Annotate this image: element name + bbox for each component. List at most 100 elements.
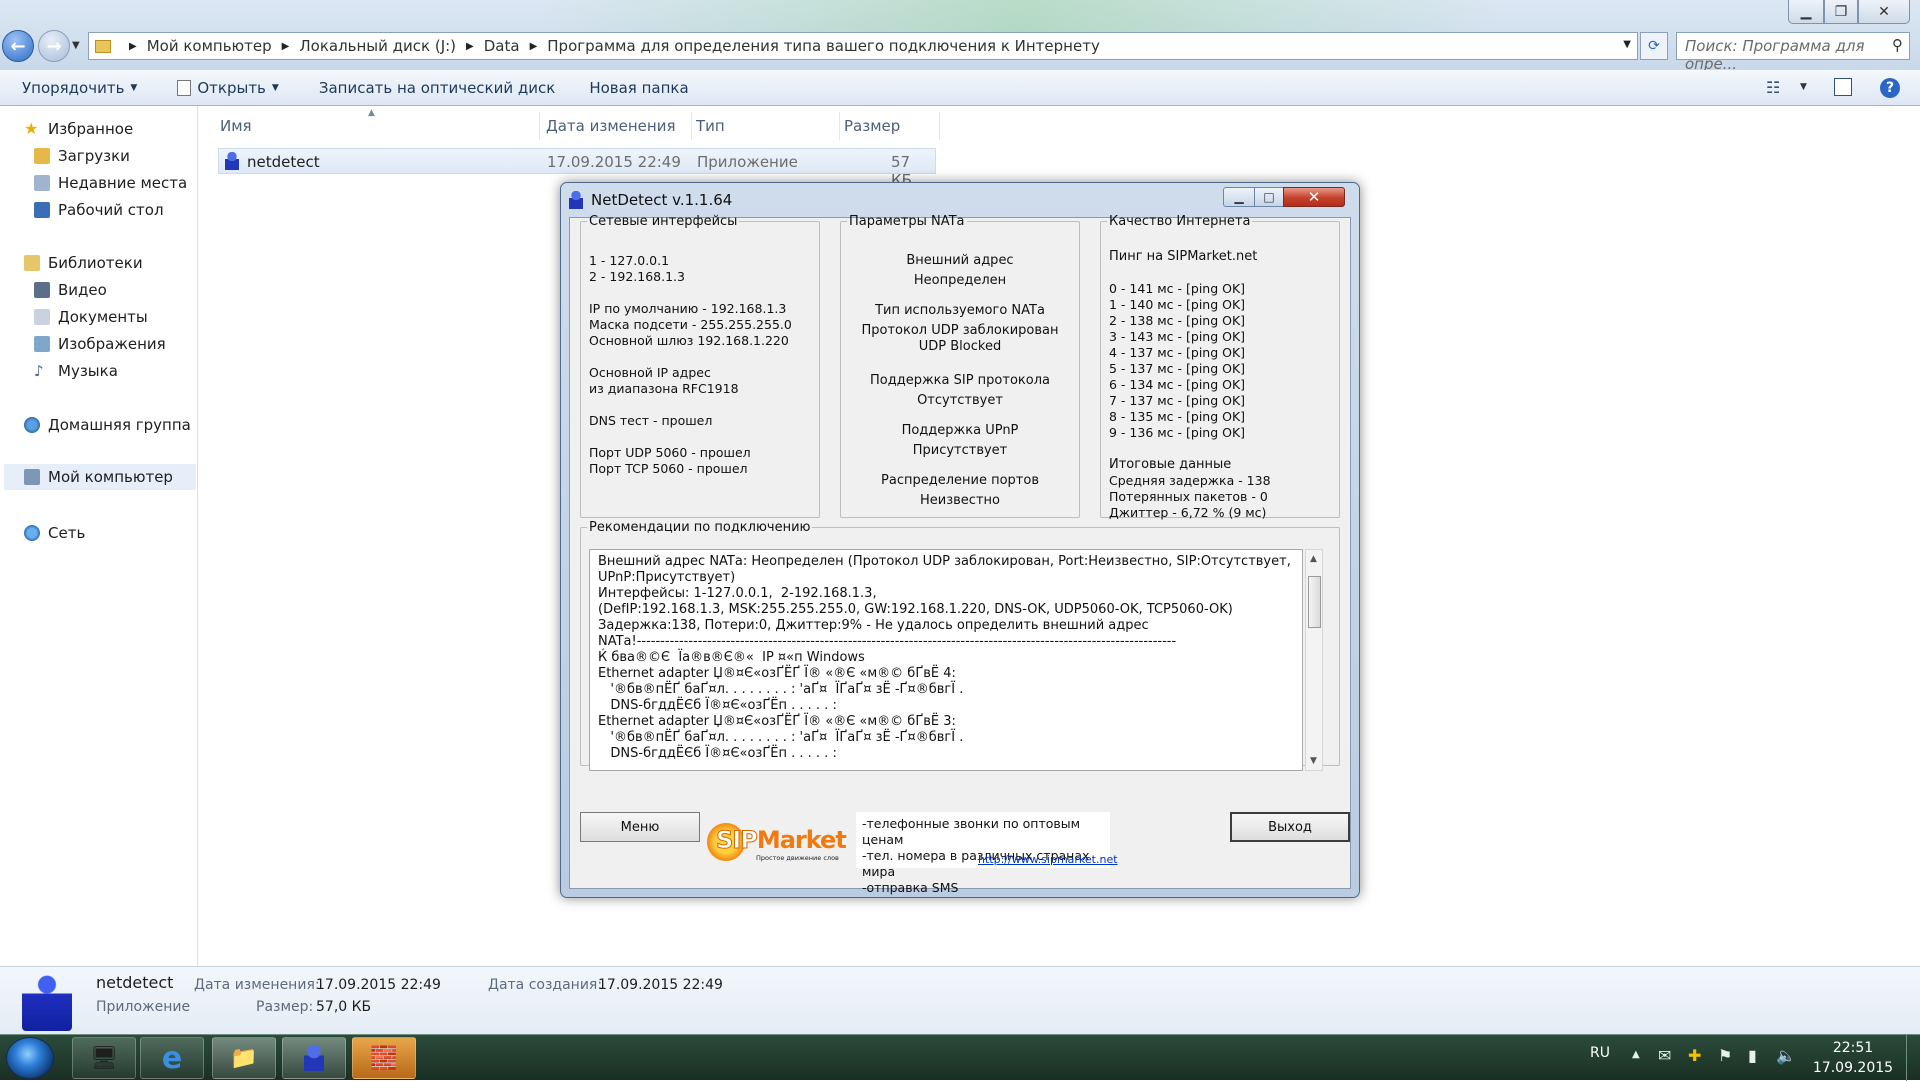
nav-desktop[interactable]: Рабочий стол xyxy=(34,201,164,219)
monitor-icon: 🖥 xyxy=(90,1045,118,1071)
netdetect-close-button[interactable]: ✕ xyxy=(1283,187,1345,207)
nav-music[interactable]: ♪ Музыка xyxy=(34,362,118,380)
nav-libraries[interactable]: Библиотеки xyxy=(24,254,143,272)
file-row[interactable]: netdetect 17.09.2015 22:49 Приложение 57… xyxy=(218,148,936,189)
netdetect-window: NetDetect v.1.1.64 ▁ □ ✕ Сетевые интерфе… xyxy=(560,182,1360,898)
close-button[interactable]: ✕ xyxy=(1858,0,1910,24)
exit-button[interactable]: Выход xyxy=(1230,812,1350,842)
taskbar-netdetect-app[interactable] xyxy=(282,1037,346,1079)
column-size-label: Размер xyxy=(844,117,901,135)
network-signal-icon[interactable]: ▮ xyxy=(1748,1046,1757,1065)
scrollbar-thumb[interactable] xyxy=(1308,576,1321,628)
scroll-down-arrow-icon[interactable]: ▼ xyxy=(1310,756,1317,766)
chevron-down-icon[interactable]: ▼ xyxy=(1800,82,1807,92)
interface-line: Маска подсети - 255.255.255.0 xyxy=(589,317,792,332)
nav-images[interactable]: Изображения xyxy=(34,335,166,353)
back-button[interactable]: ← xyxy=(2,30,34,62)
minimize-button[interactable]: ▁ xyxy=(1788,0,1824,24)
help-icon[interactable]: ? xyxy=(1880,78,1900,98)
recommendations-scrollbar[interactable]: ▲ ▼ xyxy=(1305,549,1323,771)
nav-network[interactable]: Сеть xyxy=(24,524,85,542)
open-button[interactable]: Открыть ▼ xyxy=(177,79,279,97)
new-folder-button[interactable]: Новая папка xyxy=(589,79,688,97)
nav-downloads[interactable]: Загрузки xyxy=(34,147,130,165)
recommendations-textarea[interactable]: Внешний адрес NATа: Неопределен (Протоко… xyxy=(589,549,1303,771)
nav-network-label: Сеть xyxy=(48,524,86,542)
mail-icon[interactable]: ✉ xyxy=(1658,1046,1671,1065)
ping-result: 9 - 136 мс - [ping OK] xyxy=(1109,425,1246,440)
nav-libraries-label: Библиотеки xyxy=(48,254,143,272)
music-icon: ♪ xyxy=(34,362,44,380)
ping-result: 2 - 138 мс - [ping OK] xyxy=(1109,313,1246,328)
network-icon xyxy=(24,525,40,541)
breadcrumb-folder[interactable]: Программа для определения типа вашего по… xyxy=(547,37,1100,55)
show-desktop-button[interactable] xyxy=(1906,1035,1920,1081)
column-header-size[interactable]: Размер xyxy=(840,112,940,140)
start-button[interactable] xyxy=(6,1037,54,1079)
menu-button[interactable]: Меню xyxy=(580,812,700,842)
nav-video[interactable]: Видео xyxy=(34,281,107,299)
details-created-value: 17.09.2015 22:49 xyxy=(598,977,723,993)
column-header-type[interactable]: Тип xyxy=(692,112,840,140)
logo-market-text: Market xyxy=(756,826,847,854)
taskbar-firewall-app[interactable]: 🧱 xyxy=(352,1037,416,1079)
chevron-right-icon[interactable]: ▶ xyxy=(282,41,290,52)
recent-pages-dropdown-icon[interactable]: ▼ xyxy=(72,40,80,51)
language-indicator[interactable]: RU xyxy=(1590,1045,1610,1061)
nav-recent[interactable]: Недавние места xyxy=(34,174,187,192)
address-dropdown-icon[interactable]: ▼ xyxy=(1623,39,1631,50)
maximize-button[interactable]: ❐ xyxy=(1824,0,1858,24)
folder-icon xyxy=(95,39,111,53)
action-center-flag-icon[interactable]: ⚑ xyxy=(1718,1046,1732,1065)
breadcrumb-drive[interactable]: Локальный диск (J:) xyxy=(299,37,456,55)
ping-result: 1 - 140 мс - [ping OK] xyxy=(1109,297,1246,312)
internet-quality-legend: Качество Интернета xyxy=(1109,214,1251,229)
column-header-name[interactable]: Имя ▲ xyxy=(216,108,540,140)
forward-button[interactable]: → xyxy=(38,30,70,62)
nav-homegroup[interactable]: Домашняя группа xyxy=(24,416,191,434)
nav-documents[interactable]: Документы xyxy=(34,308,148,326)
show-hidden-icons-icon[interactable]: ▲ xyxy=(1632,1049,1640,1060)
recommendation-line: DNS-бгддЁЄб Ї®¤Є«озҐ­Ёп . . . . . : xyxy=(598,746,837,761)
details-modified-value: 17.09.2015 22:49 xyxy=(316,977,441,993)
search-input[interactable]: Поиск: Программа для опре... ⚲ xyxy=(1676,32,1910,73)
taskbar-explorer-app[interactable]: 📁 xyxy=(212,1037,276,1079)
address-bar[interactable]: ▶ Мой компьютер ▶ Локальный диск (J:) ▶ … xyxy=(88,32,1638,60)
burn-disc-button[interactable]: Записать на оптический диск xyxy=(319,79,555,97)
nav-computer[interactable]: Мой компьютер xyxy=(4,464,196,490)
nat-value: Присутствует xyxy=(912,443,1008,458)
chevron-right-icon[interactable]: ▶ xyxy=(129,41,137,52)
search-icon[interactable]: ⚲ xyxy=(1892,36,1903,54)
taskbar-monitor-app[interactable]: 🖥 xyxy=(72,1037,136,1079)
computer-icon xyxy=(24,469,40,485)
breadcrumb-data[interactable]: Data xyxy=(484,37,520,55)
menu-button-label: Меню xyxy=(620,819,660,835)
recommendation-line: Внешний адрес NATа: Неопределен (Протоко… xyxy=(598,554,1291,569)
preview-pane-icon[interactable] xyxy=(1834,78,1852,96)
taskbar-ie-app[interactable]: e xyxy=(140,1037,204,1079)
column-header-modified[interactable]: Дата изменения xyxy=(542,112,692,140)
netdetect-minimize-button[interactable]: ▁ xyxy=(1223,187,1255,207)
nav-desktop-label: Рабочий стол xyxy=(58,201,164,219)
refresh-button[interactable]: ⟳ xyxy=(1640,32,1668,60)
clock[interactable]: 22:51 17.09.2015 xyxy=(1810,1038,1896,1078)
nat-value: Протокол UDP заблокирован xyxy=(861,323,1059,338)
netdetect-large-icon xyxy=(22,973,72,1031)
organize-button[interactable]: Упорядочить ▼ xyxy=(22,79,137,97)
column-modified-label: Дата изменения xyxy=(546,117,676,135)
details-modified-label: Дата изменения: xyxy=(194,977,320,993)
volume-icon[interactable]: 🔈 xyxy=(1776,1046,1796,1065)
security-icon[interactable]: ✚ xyxy=(1688,1046,1701,1065)
breadcrumb-computer[interactable]: Мой компьютер xyxy=(147,37,272,55)
nav-favorites[interactable]: ★ Избранное xyxy=(24,120,133,138)
scroll-up-arrow-icon[interactable]: ▲ xyxy=(1310,554,1317,564)
netdetect-icon xyxy=(569,191,583,209)
promo-line: -отправка SMS xyxy=(862,880,959,895)
view-options-icon[interactable]: ☷ xyxy=(1766,78,1780,97)
exit-button-label: Выход xyxy=(1268,819,1312,835)
sipmarket-link[interactable]: http://www.sipmarket.net xyxy=(978,852,1118,868)
chevron-right-icon[interactable]: ▶ xyxy=(466,41,474,52)
nat-value: Неизвестно xyxy=(920,493,1000,508)
recommendation-line: '®бв®п­ЁҐ баҐ¤л. . . . . . . . : 'аҐ¤ ЇҐ… xyxy=(598,682,964,697)
chevron-right-icon[interactable]: ▶ xyxy=(530,41,538,52)
